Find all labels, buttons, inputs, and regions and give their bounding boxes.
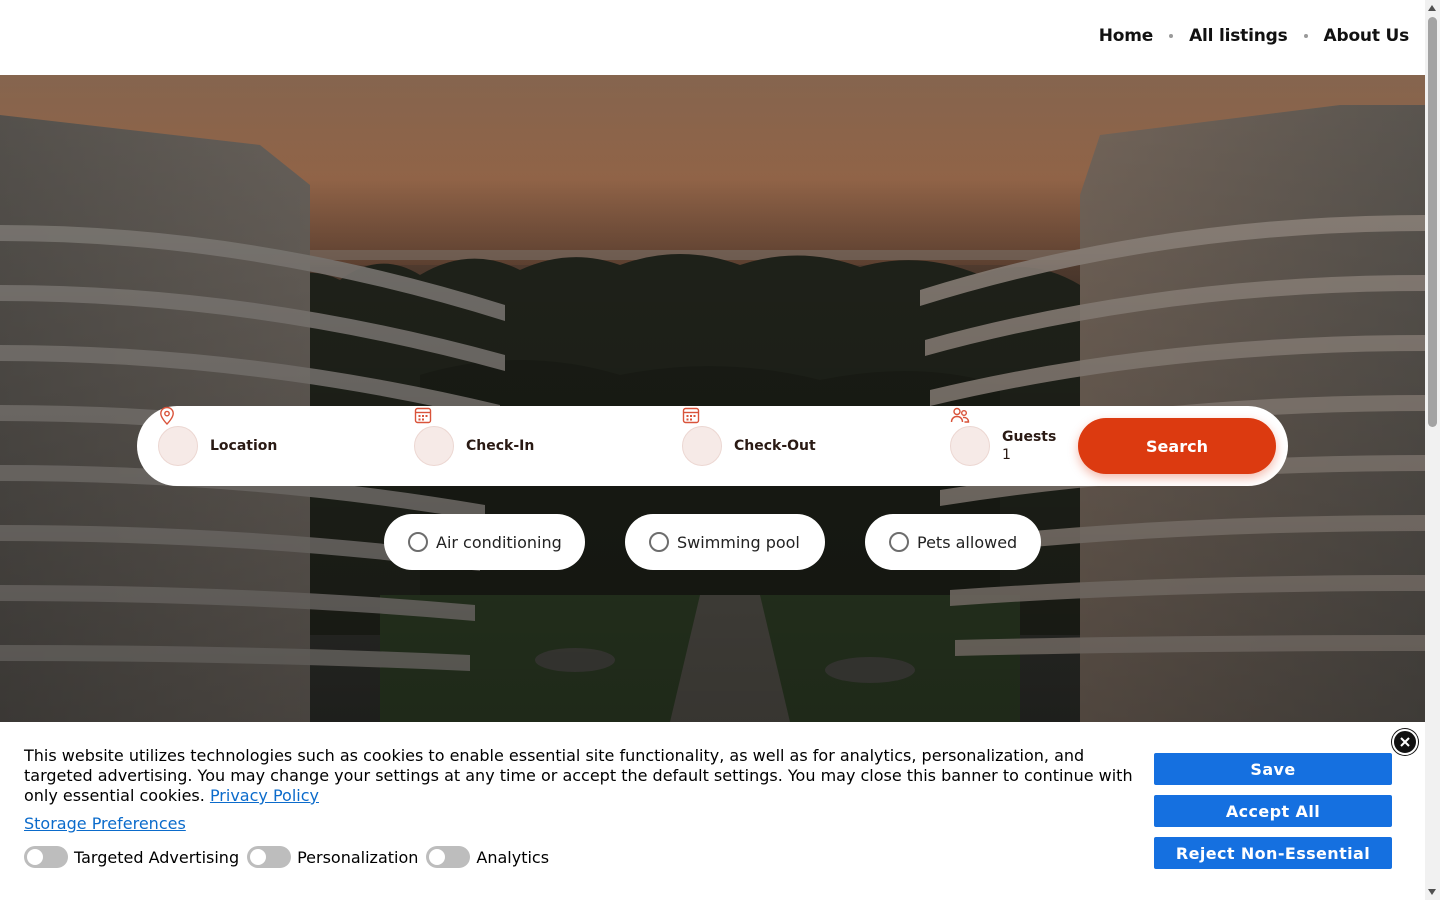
amenity-swimming-pool[interactable]: Swimming pool: [625, 514, 825, 570]
location-field[interactable]: Location: [158, 406, 277, 486]
calendar-icon: [682, 407, 722, 466]
cookie-banner: This website utilizes technologies such …: [0, 722, 1425, 900]
search-bar: Location Check-In Check-Out Guests 1 Sea…: [137, 406, 1288, 486]
amenity-label: Swimming pool: [677, 532, 800, 552]
nav-about-us[interactable]: About Us: [1324, 26, 1410, 46]
users-icon: [950, 407, 990, 466]
nav-separator: [1169, 34, 1174, 38]
close-icon[interactable]: [1392, 729, 1418, 755]
hero-image: Location Check-In Check-Out Guests 1 Sea…: [0, 75, 1425, 722]
scrollbar-thumb[interactable]: [1428, 17, 1437, 427]
guests-label: Guests: [1002, 429, 1057, 445]
save-button[interactable]: Save: [1154, 753, 1392, 785]
amenity-air-conditioning[interactable]: Air conditioning: [384, 514, 585, 570]
privacy-policy-link[interactable]: Privacy Policy: [210, 786, 319, 805]
nav-home[interactable]: Home: [1099, 26, 1154, 46]
nav-all-listings[interactable]: All listings: [1189, 26, 1288, 46]
hero-photo-illustration: [0, 75, 1425, 722]
accept-all-button[interactable]: Accept All: [1154, 795, 1392, 827]
checkout-label: Check-Out: [734, 438, 816, 454]
guests-value[interactable]: 1: [1002, 447, 1056, 463]
amenity-pets-allowed[interactable]: Pets allowed: [865, 514, 1041, 570]
radio-button[interactable]: [408, 532, 428, 552]
toggle-analytics[interactable]: [426, 846, 471, 868]
guests-field[interactable]: Guests 1: [950, 406, 1056, 486]
cookie-message: This website utilizes technologies such …: [24, 746, 1139, 806]
radio-button[interactable]: [649, 532, 669, 552]
page-scrollbar[interactable]: [1425, 0, 1440, 900]
main-nav: Home All listings About Us: [1099, 26, 1409, 46]
radio-button[interactable]: [889, 532, 909, 552]
nav-separator: [1303, 34, 1308, 38]
checkin-label: Check-In: [466, 438, 535, 454]
toggle-label: Analytics: [476, 847, 550, 867]
calendar-icon: [414, 407, 454, 466]
scroll-up-arrow-icon[interactable]: [1428, 5, 1436, 11]
site-header: Home All listings About Us: [0, 0, 1425, 75]
toggle-label: Personalization: [297, 847, 419, 867]
checkout-field[interactable]: Check-Out: [682, 406, 816, 486]
checkin-field[interactable]: Check-In: [414, 406, 534, 486]
map-pin-icon: [158, 406, 198, 466]
amenity-label: Air conditioning: [436, 532, 562, 552]
storage-preferences-link[interactable]: Storage Preferences: [24, 814, 186, 833]
toggle-targeted-advertising[interactable]: [24, 846, 68, 868]
guests-text: Guests 1: [1002, 429, 1056, 463]
toggle-label: Targeted Advertising: [74, 847, 240, 867]
cookie-toggles: Targeted Advertising Personalization Ana…: [24, 846, 557, 868]
scroll-down-arrow-icon[interactable]: [1428, 889, 1436, 895]
search-button[interactable]: Search: [1078, 418, 1276, 474]
location-label: Location: [210, 438, 278, 454]
amenity-label: Pets allowed: [917, 532, 1018, 552]
toggle-personalization[interactable]: [247, 846, 292, 868]
cookie-text: This website utilizes technologies such …: [24, 746, 1133, 805]
reject-non-essential-button[interactable]: Reject Non-Essential: [1154, 837, 1392, 869]
